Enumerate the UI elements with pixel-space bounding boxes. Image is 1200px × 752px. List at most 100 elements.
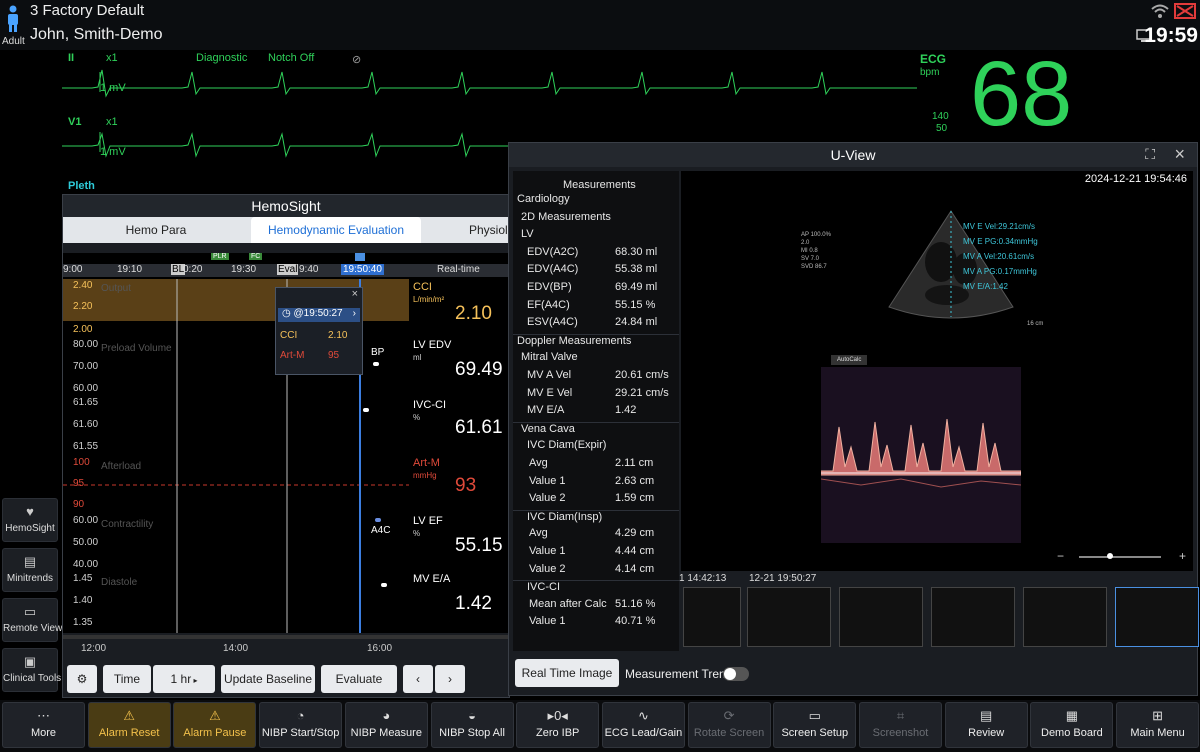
ultrasound-image-area[interactable]: 2024-12-21 19:54:46 AP 100.0% 2.0 MI 0.8… [681, 171, 1193, 571]
autocalc-button[interactable]: AutoCalc [831, 355, 868, 365]
event-label-a4c[interactable]: A4C [371, 525, 390, 536]
measurement-row[interactable]: Value 2 4.14 cm [513, 563, 679, 580]
patient-name[interactable]: John, Smith-Demo [30, 26, 163, 44]
zoom-slider[interactable] [1079, 556, 1161, 558]
measurement-row[interactable]: Value 1 2.63 cm [513, 475, 679, 492]
measurements-panel[interactable]: Measurements Cardiology 2D Measurements LV… [513, 171, 679, 651]
measurement-header[interactable]: Mitral Valve [513, 351, 679, 368]
ecg-lead-button[interactable]: ∿ ECG Lead/Gain [601, 702, 685, 748]
image-thumbnail[interactable] [1023, 587, 1107, 647]
nibp-stop-button[interactable]: ◒ NIBP Stop All [430, 702, 514, 748]
hemosight-button[interactable]: ♥ HemoSight [2, 498, 58, 542]
evaluate-button[interactable]: Evaluate [321, 665, 397, 693]
measurement-row[interactable]: EF(A4C) 55.15 % [513, 299, 679, 316]
alarm-pause-button[interactable]: ⚠ Alarm Pause [173, 702, 257, 748]
previous-button[interactable]: ‹ [403, 665, 433, 693]
measurement-header[interactable]: LV [513, 228, 679, 245]
remote-view-button[interactable]: ▭ Remote View [2, 598, 62, 642]
measurement-row[interactable]: Avg 2.11 cm [513, 457, 679, 474]
image-info: AP 100.0% 2.0 MI 0.8 SV 7.0 SVD 86.7 [801, 231, 831, 271]
tooltip-header[interactable]: ◷ @19:50:27 › [278, 308, 360, 322]
time-range-select[interactable]: 1 hr ▸ [153, 665, 215, 693]
image-info-line: 2.0 [801, 240, 810, 246]
tab-hemo-para[interactable]: Hemo Para [63, 217, 249, 243]
tooltip-next-icon[interactable]: › [353, 308, 356, 319]
settings-button[interactable]: ⚙ [67, 665, 97, 693]
measurement-trend-toggle[interactable] [723, 667, 749, 681]
measurement-header[interactable]: 2D Measurements [513, 211, 679, 228]
bed-label[interactable]: 3 Factory Default [30, 2, 144, 19]
measurement-row[interactable]: MV A Vel 20.61 cm/s [513, 369, 679, 386]
doppler-spectrum [821, 367, 1021, 543]
measurement-row[interactable]: EDV(BP) 69.49 ml [513, 281, 679, 298]
tab-hemodynamic-evaluation[interactable]: Hemodynamic Evaluation [251, 217, 421, 243]
cursor-tooltip[interactable]: × ◷ @19:50:27 › CCI 2.10 Art-M 95 [275, 287, 363, 375]
trend-chart[interactable]: PLR FC 9:00 19:10 BL 0:20 19:30 Eval 9:4… [63, 253, 509, 633]
measurement-row[interactable]: Mean after Calc 51.16 % [513, 598, 679, 615]
nibp-start-button[interactable]: ◔ NIBP Start/Stop [259, 702, 343, 748]
more-button[interactable]: ⋯ More [2, 702, 85, 748]
time-button[interactable]: Time [103, 665, 151, 693]
fullscreen-icon[interactable]: ⛶ [1145, 146, 1155, 163]
param-lvedv-unit: ml [413, 353, 422, 362]
nibp-measure-button[interactable]: ◕ NIBP Measure [344, 702, 428, 748]
image-info-line: SV 7.0 [801, 256, 820, 262]
ecg-parameter-box[interactable]: ECG bpm 140 50 68 [918, 43, 1188, 145]
measurement-header[interactable]: Vena Cava [513, 421, 679, 440]
measurement-row[interactable]: MV E/A 1.42 [513, 404, 679, 421]
review-button[interactable]: ▤ Review [944, 702, 1028, 748]
measurement-header[interactable]: Doppler Measurements [513, 333, 679, 352]
adult-patient-icon[interactable] [6, 5, 20, 33]
main-menu-button[interactable]: ⊞ Main Menu [1116, 702, 1200, 748]
param-lvef-value: 55.15 [455, 535, 503, 556]
event-label-bp[interactable]: BP [371, 347, 384, 358]
measurement-row[interactable]: EDV(A4C) 55.38 ml [513, 263, 679, 280]
ecg-lead-icon: ∿ [637, 708, 649, 723]
measurement-header[interactable]: IVC Diam(Insp) [513, 509, 679, 528]
clinical-tools-button[interactable]: ▣ Clinical Tools [2, 648, 61, 692]
demo-board-button[interactable]: ▦ Demo Board [1030, 702, 1114, 748]
image-thumbnail[interactable] [683, 587, 741, 647]
zero-ibp-label: Zero IBP [535, 727, 580, 739]
pleth-label[interactable]: Pleth [68, 180, 95, 192]
tab-physiology[interactable]: Physiolo [443, 217, 509, 243]
alarm-reset-button[interactable]: ⚠ Alarm Reset [87, 702, 171, 748]
zoom-out-icon[interactable]: − [1057, 549, 1064, 563]
param-ivcci-value: 61.61 [455, 417, 503, 438]
close-icon[interactable]: × [1174, 144, 1185, 165]
real-time-image-button[interactable]: Real Time Image [515, 659, 619, 687]
image-thumbnail[interactable] [839, 587, 923, 647]
param-cci-name: CCI [413, 281, 432, 293]
image-thumbnail[interactable] [931, 587, 1015, 647]
next-button[interactable]: › [435, 665, 465, 693]
update-baseline-button[interactable]: Update Baseline [221, 665, 315, 693]
minitrends-button[interactable]: ▤ Minitrends [2, 548, 58, 592]
measurement-row[interactable]: Avg 4.29 cm [513, 527, 679, 544]
measurement-header[interactable]: IVC-CI [513, 580, 679, 598]
zero-ibp-button[interactable]: ▸0◂ Zero IBP [516, 702, 600, 748]
measurement-row[interactable]: Value 1 4.44 cm [513, 545, 679, 562]
measurement-trend-label: Measurement Trend: [625, 667, 736, 681]
demo-board-icon: ▦ [1065, 708, 1079, 723]
measurement-row[interactable]: MV E Vel 29.21 cm/s [513, 387, 679, 404]
zoom-in-icon[interactable]: + [1179, 549, 1186, 563]
zoom-slider-handle[interactable] [1107, 553, 1113, 559]
time-scrollbar[interactable] [63, 635, 509, 639]
measurement-header[interactable]: IVC Diam(Expir) [513, 439, 679, 456]
patient-type[interactable]: Adult [2, 36, 25, 47]
rotate-screen-label: Rotate Screen [693, 727, 765, 739]
measurement-row[interactable]: EDV(A2C) 68.30 ml [513, 246, 679, 263]
measurement-header[interactable]: Cardiology [513, 193, 679, 210]
screen-setup-button[interactable]: ▭ Screen Setup [773, 702, 857, 748]
uview-window: U-View ⛶ × Measurements Cardiology 2D Mea… [508, 142, 1199, 696]
measurement-row[interactable]: Value 1 40.71 % [513, 615, 679, 632]
image-thumbnail[interactable] [747, 587, 831, 647]
tooltip-close-icon[interactable]: × [352, 288, 358, 300]
measurement-row[interactable]: ESV(A4C) 24.84 ml [513, 316, 679, 333]
tooltip-artm-value: 95 [328, 350, 340, 361]
measurement-row[interactable]: Value 2 1.59 cm [513, 492, 679, 509]
image-thumbnail-selected[interactable] [1115, 587, 1199, 647]
measurement-value: 69.49 ml [615, 281, 658, 293]
dropdown-arrow-icon: ▸ [191, 676, 198, 685]
param-ivcci-name: IVC-CI [413, 399, 446, 411]
